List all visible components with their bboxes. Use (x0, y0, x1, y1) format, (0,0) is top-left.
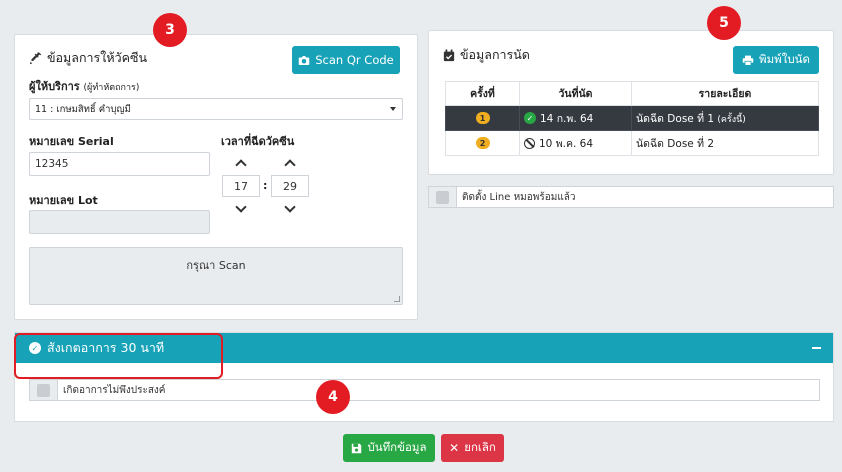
annotation-badge-3: 3 (153, 13, 187, 47)
adverse-event-checkbox-row[interactable]: เกิดอาการไม่พึงประสงค์ (29, 379, 820, 401)
appointment-date: 10 พ.ค. 64 (539, 137, 594, 150)
hour-input[interactable]: 17 (222, 175, 260, 197)
line-installed-checkbox[interactable] (436, 190, 449, 204)
column-header: วันที่นัด (519, 81, 632, 106)
time-separator: : (263, 179, 268, 192)
caret-down-icon (390, 107, 396, 111)
table-row[interactable]: 1 ✓ 14 ก.พ. 64 นัดฉีด Dose ที่ 1 (ครั้งน… (445, 105, 819, 131)
appointment-title: ข้อมูลการนัด (443, 45, 530, 65)
adverse-event-checkbox[interactable] (37, 383, 50, 397)
column-header: รายละเอียด (631, 81, 819, 106)
dose-number-badge: 1 (475, 112, 490, 125)
lot-input[interactable] (29, 210, 210, 234)
line-installed-label: ติดตั้ง Line หมอพร้อมแล้ว (462, 191, 576, 203)
table-row[interactable]: 2 10 พ.ค. 64 นัดฉีด Dose ที่ 2 (445, 130, 819, 156)
calendar-check-icon (443, 49, 455, 61)
minute-input[interactable]: 29 (271, 175, 309, 197)
appointment-note: (ครั้งนี้) (717, 114, 746, 125)
vaccination-title: ข้อมูลการให้วัคซีน (29, 48, 147, 68)
serial-input[interactable]: 12345 (29, 152, 210, 176)
minute-down-icon[interactable] (284, 201, 296, 213)
appointment-detail: นัดฉีด Dose ที่ 2 (636, 137, 715, 150)
injection-time-label: เวลาที่ฉีดวัคซีน (221, 135, 295, 148)
appointment-date: 14 ก.พ. 64 (540, 112, 594, 125)
observation-highlight-box (14, 333, 223, 379)
camera-icon (299, 55, 310, 65)
scan-qr-button[interactable]: Scan Qr Code (292, 46, 400, 74)
appointment-table: ครั้งที่ วันที่นัด รายละเอียด 1 ✓ 14 ก.พ… (445, 81, 819, 156)
resize-handle-icon[interactable] (394, 296, 400, 302)
line-installed-checkbox-row[interactable]: ติดตั้ง Line หมอพร้อมแล้ว (428, 186, 834, 208)
table-header-row: ครั้งที่ วันที่นัด รายละเอียด (445, 81, 819, 106)
save-icon (352, 443, 362, 453)
cancel-button[interactable]: ✕ ยกเลิก (441, 434, 504, 462)
hour-down-icon[interactable] (235, 201, 247, 213)
appointment-detail: นัดฉีด Dose ที่ 1 (636, 112, 715, 125)
close-icon: ✕ (449, 441, 460, 455)
annotation-badge-4: 4 (316, 380, 350, 414)
serial-label: หมายเลข Serial (29, 135, 114, 148)
check-circle-icon: ✓ (524, 112, 536, 124)
lot-label: หมายเลข Lot (29, 194, 98, 207)
column-header: ครั้งที่ (445, 81, 520, 106)
provider-label: ผู้ให้บริการ (ผู้ทำหัตถการ) (29, 80, 140, 93)
ban-icon (524, 137, 535, 149)
printer-icon (742, 55, 754, 66)
scan-textarea[interactable]: กรุณา Scan (29, 247, 403, 305)
print-appointment-button[interactable]: พิมพ์ใบนัด (733, 46, 819, 74)
adverse-event-label: เกิดอาการไม่พึงประสงค์ (63, 384, 166, 396)
appointment-card: ข้อมูลการนัด พิมพ์ใบนัด ครั้งที่ วันที่น… (428, 30, 834, 175)
provider-select[interactable]: 11 : เกษมสิทธิ์ คำบุญมี (29, 98, 403, 120)
save-button[interactable]: บันทึกข้อมูล (343, 434, 435, 462)
collapse-icon[interactable] (812, 347, 821, 349)
hour-up-icon[interactable] (235, 159, 247, 171)
syringe-icon (29, 51, 42, 64)
minute-up-icon[interactable] (284, 159, 296, 171)
annotation-badge-5: 5 (707, 6, 741, 40)
dose-number-badge: 2 (475, 137, 490, 150)
vaccination-card: ข้อมูลการให้วัคซีน Scan Qr Code ผู้ให้บร… (14, 34, 418, 320)
